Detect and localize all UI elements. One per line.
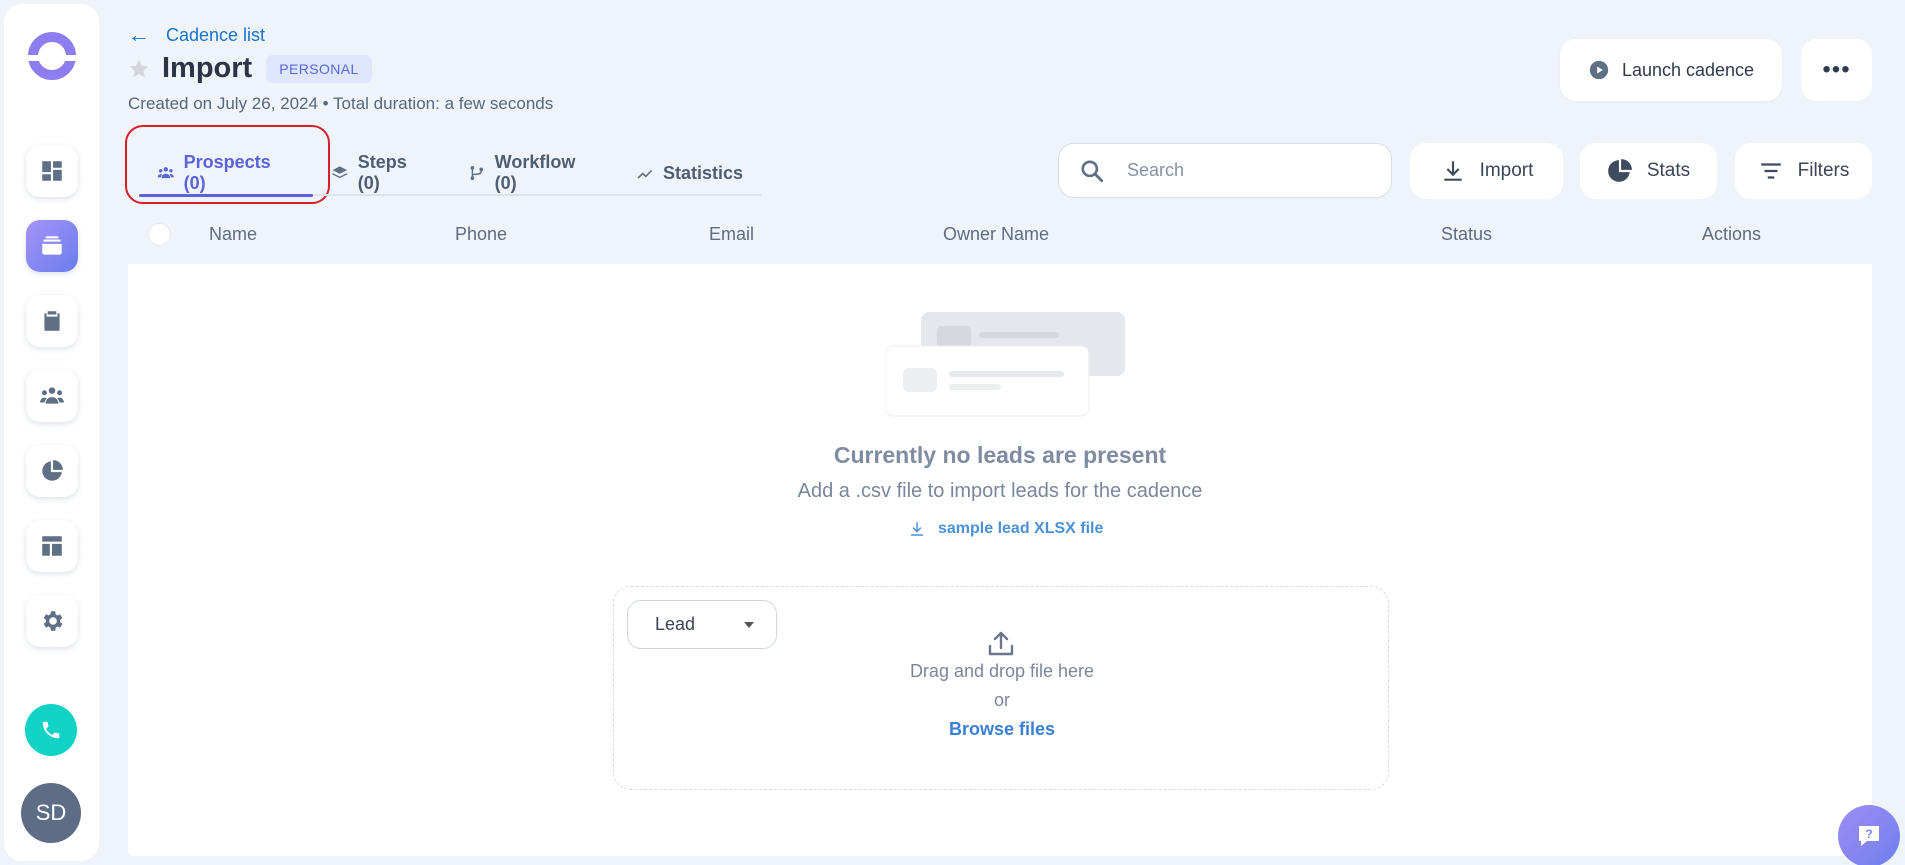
sidebar-people-button[interactable]	[26, 370, 78, 422]
user-avatar[interactable]: SD	[21, 783, 81, 843]
people-icon	[157, 167, 174, 179]
layers-icon	[332, 166, 348, 179]
cadence-type-badge: PERSONAL	[266, 54, 372, 83]
help-chat-button[interactable]: ?	[1838, 805, 1900, 865]
cadence-tabs: Prospects (0) Steps (0) Workflow (0) Sta…	[139, 152, 761, 197]
sidebar-settings-button[interactable]	[26, 595, 78, 647]
sidebar: SD	[4, 4, 99, 861]
file-drop-zone[interactable]: Lead Drag and drop file here or Browse f…	[613, 586, 1389, 790]
stats-label: Stats	[1646, 160, 1691, 181]
prospects-panel: Currently no leads are present Add a .cs…	[128, 264, 1872, 856]
column-email[interactable]: Email	[709, 224, 754, 245]
page-title: Import	[162, 52, 253, 84]
branch-icon	[470, 166, 484, 180]
template-icon	[42, 536, 62, 556]
arrow-left-icon: ←	[128, 22, 150, 47]
column-name[interactable]: Name	[209, 224, 257, 245]
back-to-cadence-list-link[interactable]: ← Cadence list	[128, 22, 265, 48]
launch-cadence-label: Launch cadence	[1621, 59, 1755, 80]
tab-workflow[interactable]: Workflow (0)	[450, 152, 618, 194]
import-button[interactable]: Import	[1410, 143, 1563, 199]
tab-prospects-label: Prospects (0)	[183, 152, 271, 193]
back-link-label: Cadence list	[166, 24, 266, 45]
or-text: or	[993, 690, 1010, 710]
app-logo[interactable]	[26, 32, 78, 80]
phone-icon	[42, 721, 60, 739]
help-icon: ?	[1859, 826, 1879, 846]
dashboard-icon	[42, 161, 62, 181]
tab-workflow-label: Workflow (0)	[494, 152, 576, 193]
sidebar-tasks-button[interactable]	[26, 295, 78, 347]
tab-statistics[interactable]: Statistics	[618, 152, 761, 194]
tab-prospects[interactable]: Prospects (0)	[139, 152, 314, 197]
browse-files-link[interactable]: Browse files	[614, 719, 1390, 740]
stack-icon	[42, 236, 62, 255]
search-input[interactable]	[1127, 160, 1367, 181]
tab-steps-label: Steps (0)	[357, 152, 407, 193]
more-dots-icon: •••	[1822, 56, 1851, 83]
download-icon	[1443, 161, 1462, 181]
sample-file-link[interactable]: sample lead XLSX file	[908, 520, 1103, 538]
empty-state-title: Currently no leads are present	[833, 442, 1167, 468]
svg-text:?: ?	[1865, 827, 1872, 841]
tab-steps[interactable]: Steps (0)	[313, 152, 450, 194]
download-icon	[911, 522, 923, 536]
tab-statistics-label: Statistics	[662, 162, 743, 183]
import-type-value: Lead	[655, 614, 696, 634]
pie-chart-icon	[1607, 159, 1632, 182]
upload-icon	[988, 631, 1014, 656]
import-type-select[interactable]: Lead	[627, 600, 777, 649]
stats-button[interactable]: Stats	[1580, 143, 1717, 199]
launch-cadence-button[interactable]: Launch cadence	[1560, 39, 1782, 101]
empty-state-illustration	[885, 312, 1125, 417]
created-info: Created on July 26, 2024 • Total duratio…	[128, 94, 554, 113]
search-icon	[1081, 159, 1104, 182]
clipboard-icon	[44, 311, 60, 331]
filters-button[interactable]: Filters	[1735, 143, 1872, 199]
sidebar-cadences-button[interactable]	[26, 220, 78, 272]
column-phone[interactable]: Phone	[455, 224, 507, 245]
sidebar-analytics-button[interactable]	[26, 445, 78, 497]
more-options-button[interactable]: •••	[1801, 39, 1872, 101]
empty-state-subtitle: Add a .csv file to import leads for the …	[797, 480, 1203, 502]
filter-icon	[1760, 163, 1781, 179]
chevron-down-icon	[744, 622, 754, 628]
import-label: Import	[1479, 160, 1534, 181]
sidebar-templates-button[interactable]	[26, 520, 78, 572]
phone-dialer-button[interactable]	[25, 704, 77, 756]
table-header: Name Phone Email Owner Name Status Actio…	[128, 220, 1872, 264]
star-favorite-icon[interactable]	[128, 58, 150, 80]
search-box	[1058, 143, 1392, 198]
sidebar-dashboard-button[interactable]	[26, 145, 78, 197]
drag-drop-text: Drag and drop file here	[909, 661, 1095, 681]
column-actions: Actions	[1702, 224, 1762, 244]
title-row: Import PERSONAL	[128, 52, 372, 85]
trend-icon	[637, 170, 653, 179]
gear-icon	[43, 611, 63, 631]
column-owner-name[interactable]: Owner Name	[943, 224, 1049, 245]
column-status[interactable]: Status	[1441, 224, 1492, 245]
sample-file-label: sample lead XLSX file	[938, 520, 1104, 537]
people-icon	[40, 387, 64, 404]
select-all-checkbox[interactable]	[148, 223, 171, 246]
play-circle-icon	[1589, 60, 1609, 80]
pie-chart-icon	[42, 460, 63, 481]
filters-label: Filters	[1797, 160, 1850, 181]
